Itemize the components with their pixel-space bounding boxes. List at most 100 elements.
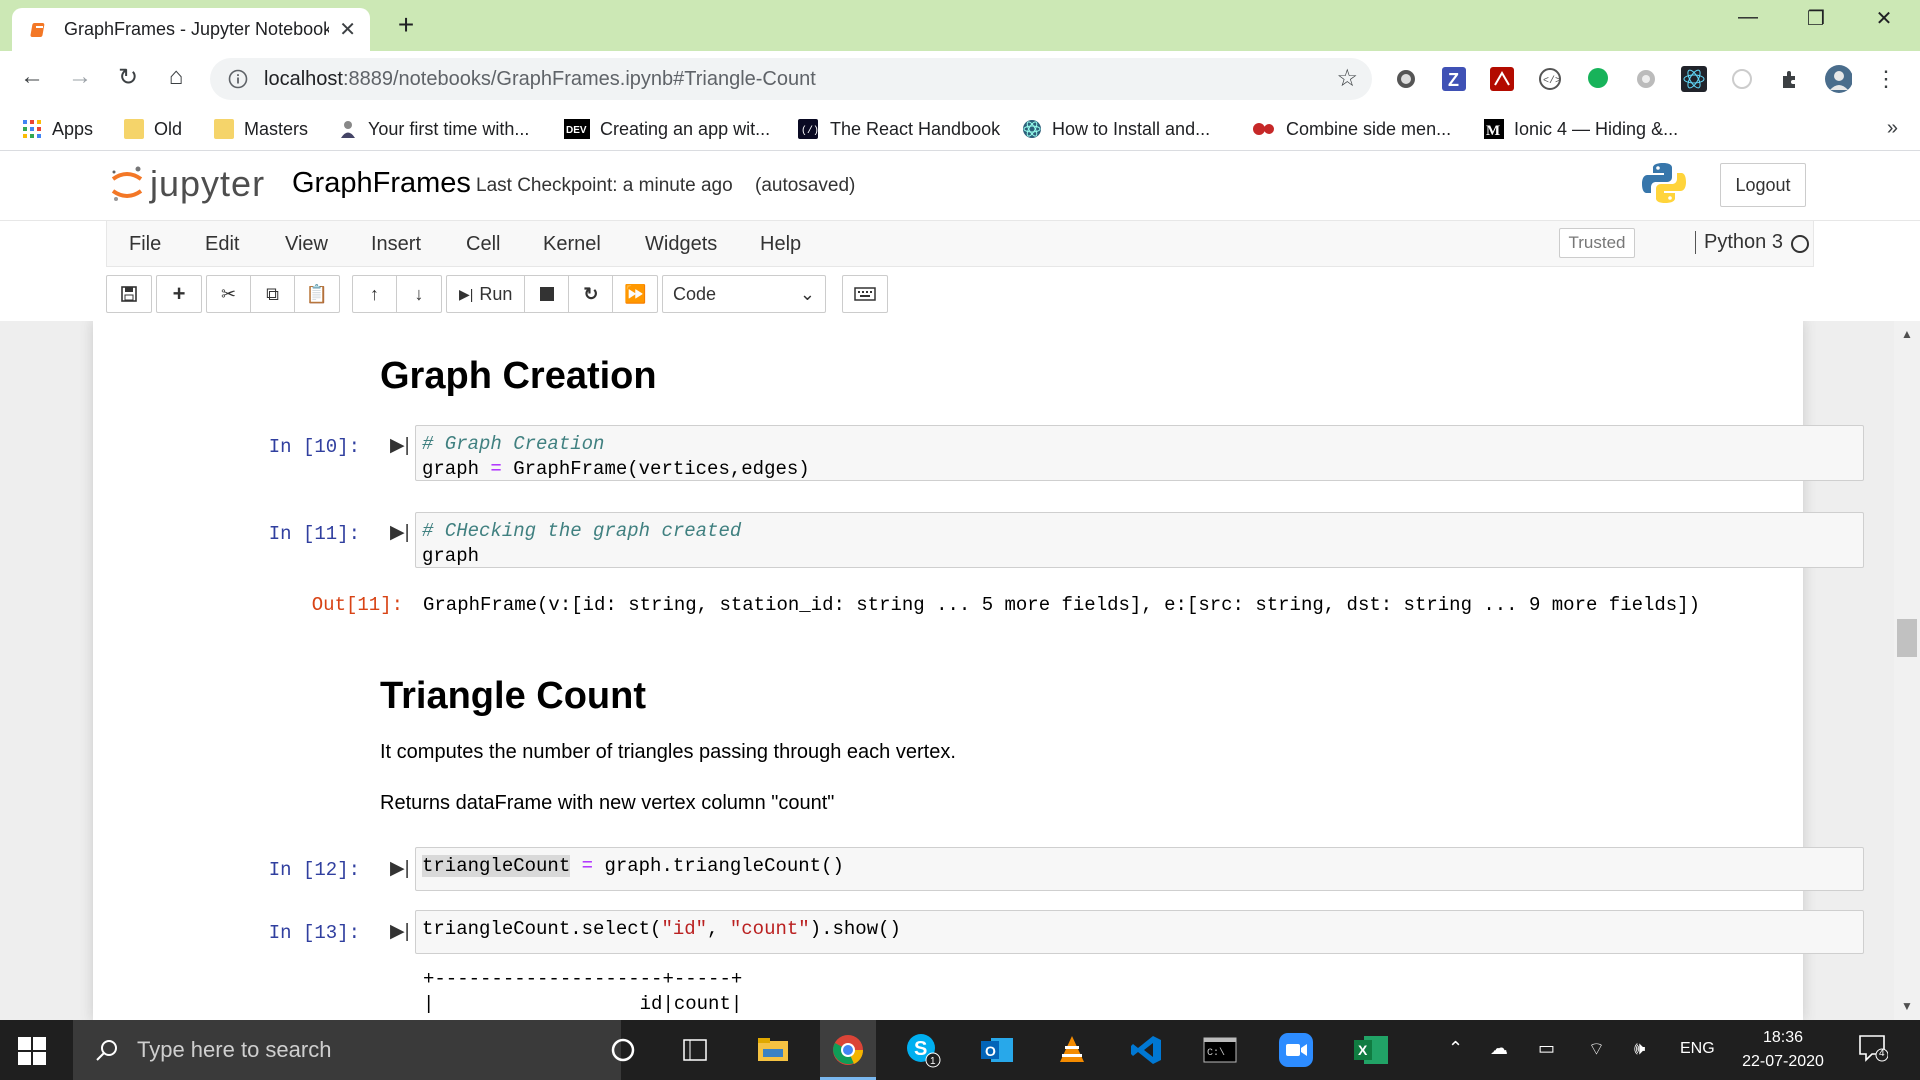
- file-explorer-icon[interactable]: [751, 1030, 795, 1070]
- menu-edit[interactable]: Edit: [205, 233, 239, 256]
- insert-cell-icon[interactable]: +: [157, 276, 201, 312]
- window-close-icon[interactable]: ✕: [1864, 6, 1904, 31]
- minimize-icon[interactable]: —: [1728, 6, 1768, 29]
- bookmark-apps[interactable]: Apps: [22, 115, 93, 143]
- paste-icon[interactable]: 📋: [295, 276, 339, 312]
- move-up-icon[interactable]: ↑: [353, 276, 397, 312]
- trusted-indicator[interactable]: Trusted: [1559, 228, 1635, 258]
- light-extension-icon[interactable]: [1728, 65, 1756, 93]
- jupyter-logo[interactable]: jupyter: [110, 163, 265, 205]
- run-cell-icon[interactable]: ▶|: [390, 434, 410, 457]
- tray-overflow-icon[interactable]: ⌃: [1448, 1038, 1463, 1059]
- menu-kernel[interactable]: Kernel: [543, 233, 601, 256]
- code-cell-input[interactable]: # CHecking the graph created graph: [415, 512, 1864, 568]
- run-cell-icon[interactable]: ▶|: [390, 920, 410, 943]
- stop-icon[interactable]: [525, 276, 570, 312]
- cut-icon[interactable]: ✂: [207, 276, 251, 312]
- excel-icon[interactable]: X: [1349, 1030, 1393, 1070]
- extension-circle-icon[interactable]: [1392, 65, 1420, 93]
- bookmark-combine-side-menu[interactable]: Combine side men...: [1252, 115, 1451, 143]
- onedrive-icon[interactable]: ☁: [1490, 1038, 1508, 1059]
- run-cell-icon[interactable]: ▶|: [390, 521, 410, 544]
- notifications-icon[interactable]: 4: [1858, 1034, 1889, 1067]
- bookmark-your-first-time[interactable]: Your first time with...: [338, 115, 529, 143]
- battery-icon[interactable]: ▭: [1538, 1038, 1555, 1059]
- vlc-icon[interactable]: [1050, 1030, 1094, 1070]
- bookmark-star-icon[interactable]: ☆: [1336, 64, 1358, 93]
- skype-icon[interactable]: S1: [901, 1030, 945, 1070]
- pdf-extension-icon[interactable]: [1488, 65, 1516, 93]
- home-icon[interactable]: ⌂: [160, 63, 192, 91]
- code-cell-input[interactable]: triangleCount.select("id", "count").show…: [415, 910, 1864, 954]
- restart-icon[interactable]: ↻: [569, 276, 614, 312]
- browser-tab[interactable]: GraphFrames - Jupyter Notebook ✕: [12, 8, 370, 51]
- new-tab-icon[interactable]: +: [392, 9, 420, 41]
- wifi-icon[interactable]: ⌔: [1588, 1038, 1605, 1061]
- terminal-icon[interactable]: C:\: [1198, 1030, 1242, 1070]
- restore-icon[interactable]: ❐: [1796, 6, 1836, 31]
- paragraph: Returns dataFrame with new vertex column…: [380, 792, 835, 814]
- windows-start-icon[interactable]: [18, 1037, 46, 1065]
- browser-menu-icon[interactable]: ⋮: [1872, 65, 1900, 93]
- menu-help[interactable]: Help: [760, 233, 801, 256]
- code-cell-input[interactable]: # Graph Creation graph = GraphFrame(vert…: [415, 425, 1864, 481]
- outlook-icon[interactable]: O: [976, 1030, 1020, 1070]
- scroll-up-icon[interactable]: ▲: [1894, 327, 1920, 341]
- output-prompt: Out[11]:: [311, 594, 403, 616]
- move-down-icon[interactable]: ↓: [397, 276, 441, 312]
- notebook-name[interactable]: GraphFrames: [292, 167, 471, 200]
- grey-extension-icon[interactable]: [1632, 65, 1660, 93]
- fast-forward-icon[interactable]: ⏩: [613, 276, 657, 312]
- cortana-icon[interactable]: [601, 1030, 645, 1070]
- cell-type-select[interactable]: Code ⌄: [662, 275, 826, 313]
- move-group: ↑ ↓: [352, 275, 442, 313]
- tab-close-icon[interactable]: ✕: [339, 17, 356, 42]
- address-bar[interactable]: localhost:8889/notebooks/GraphFrames.ipy…: [210, 58, 1372, 100]
- folder-icon: [214, 119, 234, 139]
- bookmark-react-handbook[interactable]: (/) The React Handbook: [796, 115, 1000, 143]
- notebook-toolbar: + ✂ ⧉ 📋 ↑ ↓ ▶| Run ↻ ⏩ Code ⌄: [106, 267, 1814, 321]
- logout-button[interactable]: Logout: [1720, 163, 1806, 207]
- folder-icon: [124, 119, 144, 139]
- zotero-extension-icon[interactable]: Z: [1440, 65, 1468, 93]
- chrome-icon[interactable]: [826, 1030, 870, 1070]
- forward-icon[interactable]: →: [64, 63, 96, 91]
- react-devtools-icon[interactable]: [1680, 65, 1708, 93]
- bookmark-ionic-4[interactable]: M Ionic 4 — Hiding &...: [1484, 115, 1678, 143]
- scrollbar-thumb[interactable]: [1897, 619, 1917, 657]
- bookmark-old[interactable]: Old: [124, 115, 182, 143]
- kernel-name[interactable]: Python 3: [1695, 231, 1783, 254]
- run-button[interactable]: ▶| Run: [447, 276, 526, 312]
- taskbar-clock[interactable]: 18:36 22-07-2020: [1728, 1026, 1838, 1074]
- zoom-icon[interactable]: [1274, 1030, 1318, 1070]
- taskbar-search-box[interactable]: Type here to search: [73, 1020, 621, 1080]
- menu-view[interactable]: View: [285, 233, 328, 256]
- green-extension-icon[interactable]: [1584, 65, 1612, 93]
- menu-cell[interactable]: Cell: [466, 233, 500, 256]
- keyboard-icon[interactable]: [843, 276, 887, 312]
- run-cell-icon[interactable]: ▶|: [390, 857, 410, 880]
- info-icon[interactable]: [228, 69, 248, 89]
- code-cell-input[interactable]: triangleCount = graph.triangleCount(): [415, 847, 1864, 891]
- bookmark-masters[interactable]: Masters: [214, 115, 308, 143]
- bookmarks-overflow-icon[interactable]: »: [1887, 117, 1898, 140]
- menu-file[interactable]: File: [129, 233, 161, 256]
- copy-icon[interactable]: ⧉: [251, 276, 295, 312]
- volume-icon[interactable]: 🕪: [1634, 1038, 1645, 1059]
- vscode-icon[interactable]: [1124, 1030, 1168, 1070]
- back-icon[interactable]: ←: [16, 63, 48, 91]
- save-icon[interactable]: [107, 276, 151, 312]
- menu-insert[interactable]: Insert: [371, 233, 421, 256]
- scroll-down-icon[interactable]: ▼: [1894, 999, 1920, 1013]
- windows-taskbar: Type here to search S1 O C:\ X ⌃ ☁ ▭ ⌔ 🕪…: [0, 1020, 1920, 1080]
- code-extension-icon[interactable]: </>: [1536, 65, 1564, 93]
- language-indicator[interactable]: ENG: [1680, 1040, 1715, 1058]
- bookmark-how-to-install[interactable]: How to Install and...: [1022, 115, 1210, 143]
- menu-widgets[interactable]: Widgets: [645, 233, 717, 256]
- extensions-puzzle-icon[interactable]: [1776, 65, 1804, 93]
- reload-icon[interactable]: ↻: [112, 63, 144, 92]
- task-view-icon[interactable]: [673, 1030, 717, 1070]
- page-scrollbar[interactable]: ▲ ▼: [1894, 321, 1920, 1020]
- profile-avatar[interactable]: [1824, 65, 1852, 93]
- bookmark-creating-app[interactable]: DEV Creating an app wit...: [564, 115, 770, 143]
